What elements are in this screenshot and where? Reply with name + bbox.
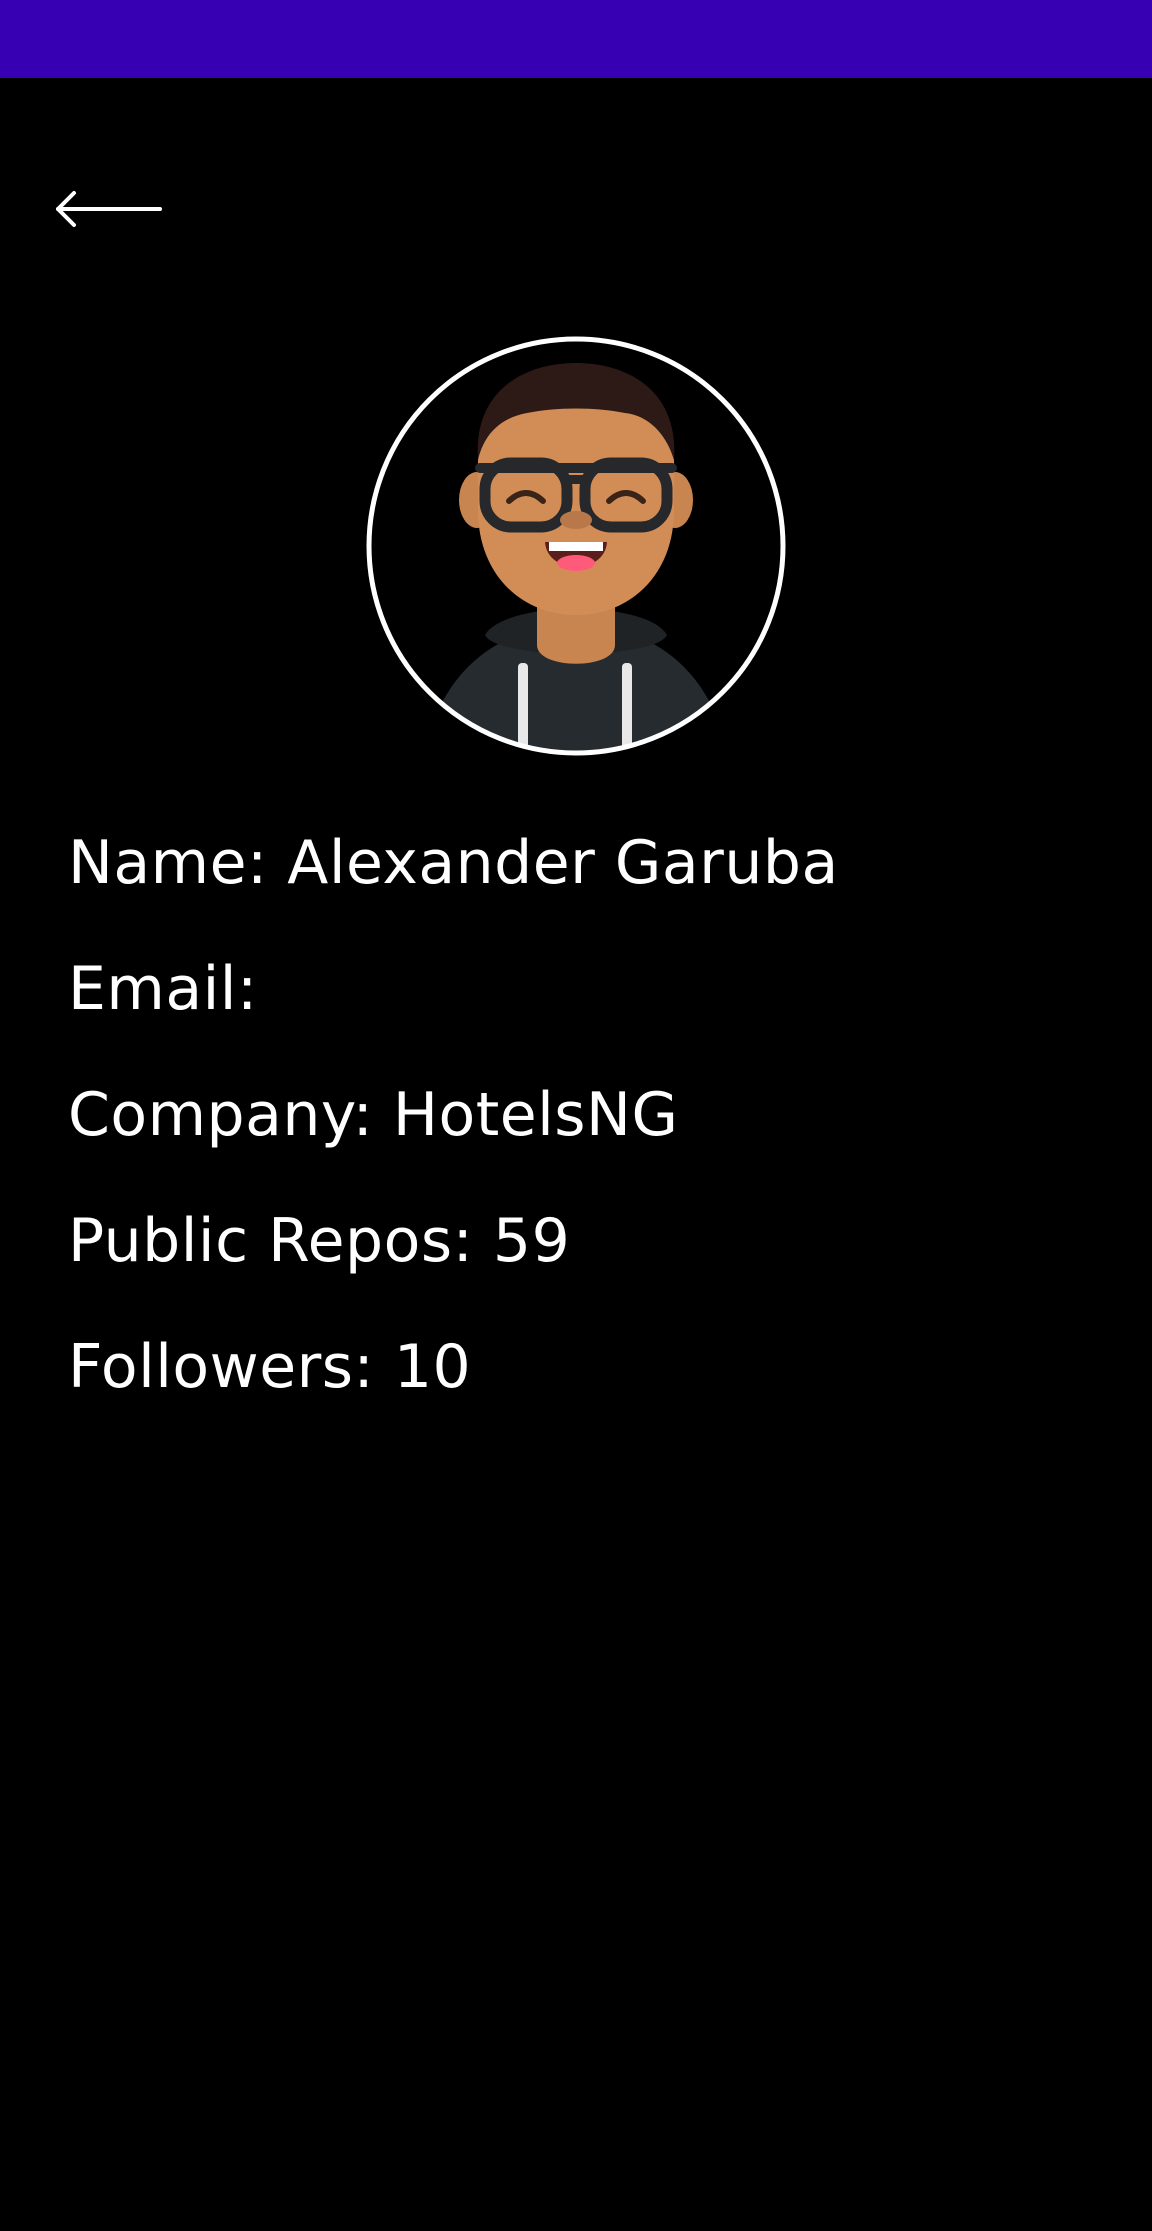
public-repos-text: Public Repos: 59: [68, 1206, 571, 1276]
profile-details: Name: Alexander Garuba Email: Company: H…: [68, 828, 1108, 1458]
user-avatar-illustration: [365, 335, 787, 757]
status-bar: [0, 0, 1152, 78]
email-text: Email:: [68, 954, 258, 1024]
name-text: Name: Alexander Garuba: [68, 828, 839, 898]
profile-screen: Name: Alexander Garuba Email: Company: H…: [0, 0, 1152, 2231]
back-button[interactable]: [56, 168, 182, 250]
avatar: [365, 335, 787, 757]
company-text: Company: HotelsNG: [68, 1080, 679, 1150]
arrow-left-icon: [56, 189, 162, 229]
followers-text: Followers: 10: [68, 1332, 472, 1402]
